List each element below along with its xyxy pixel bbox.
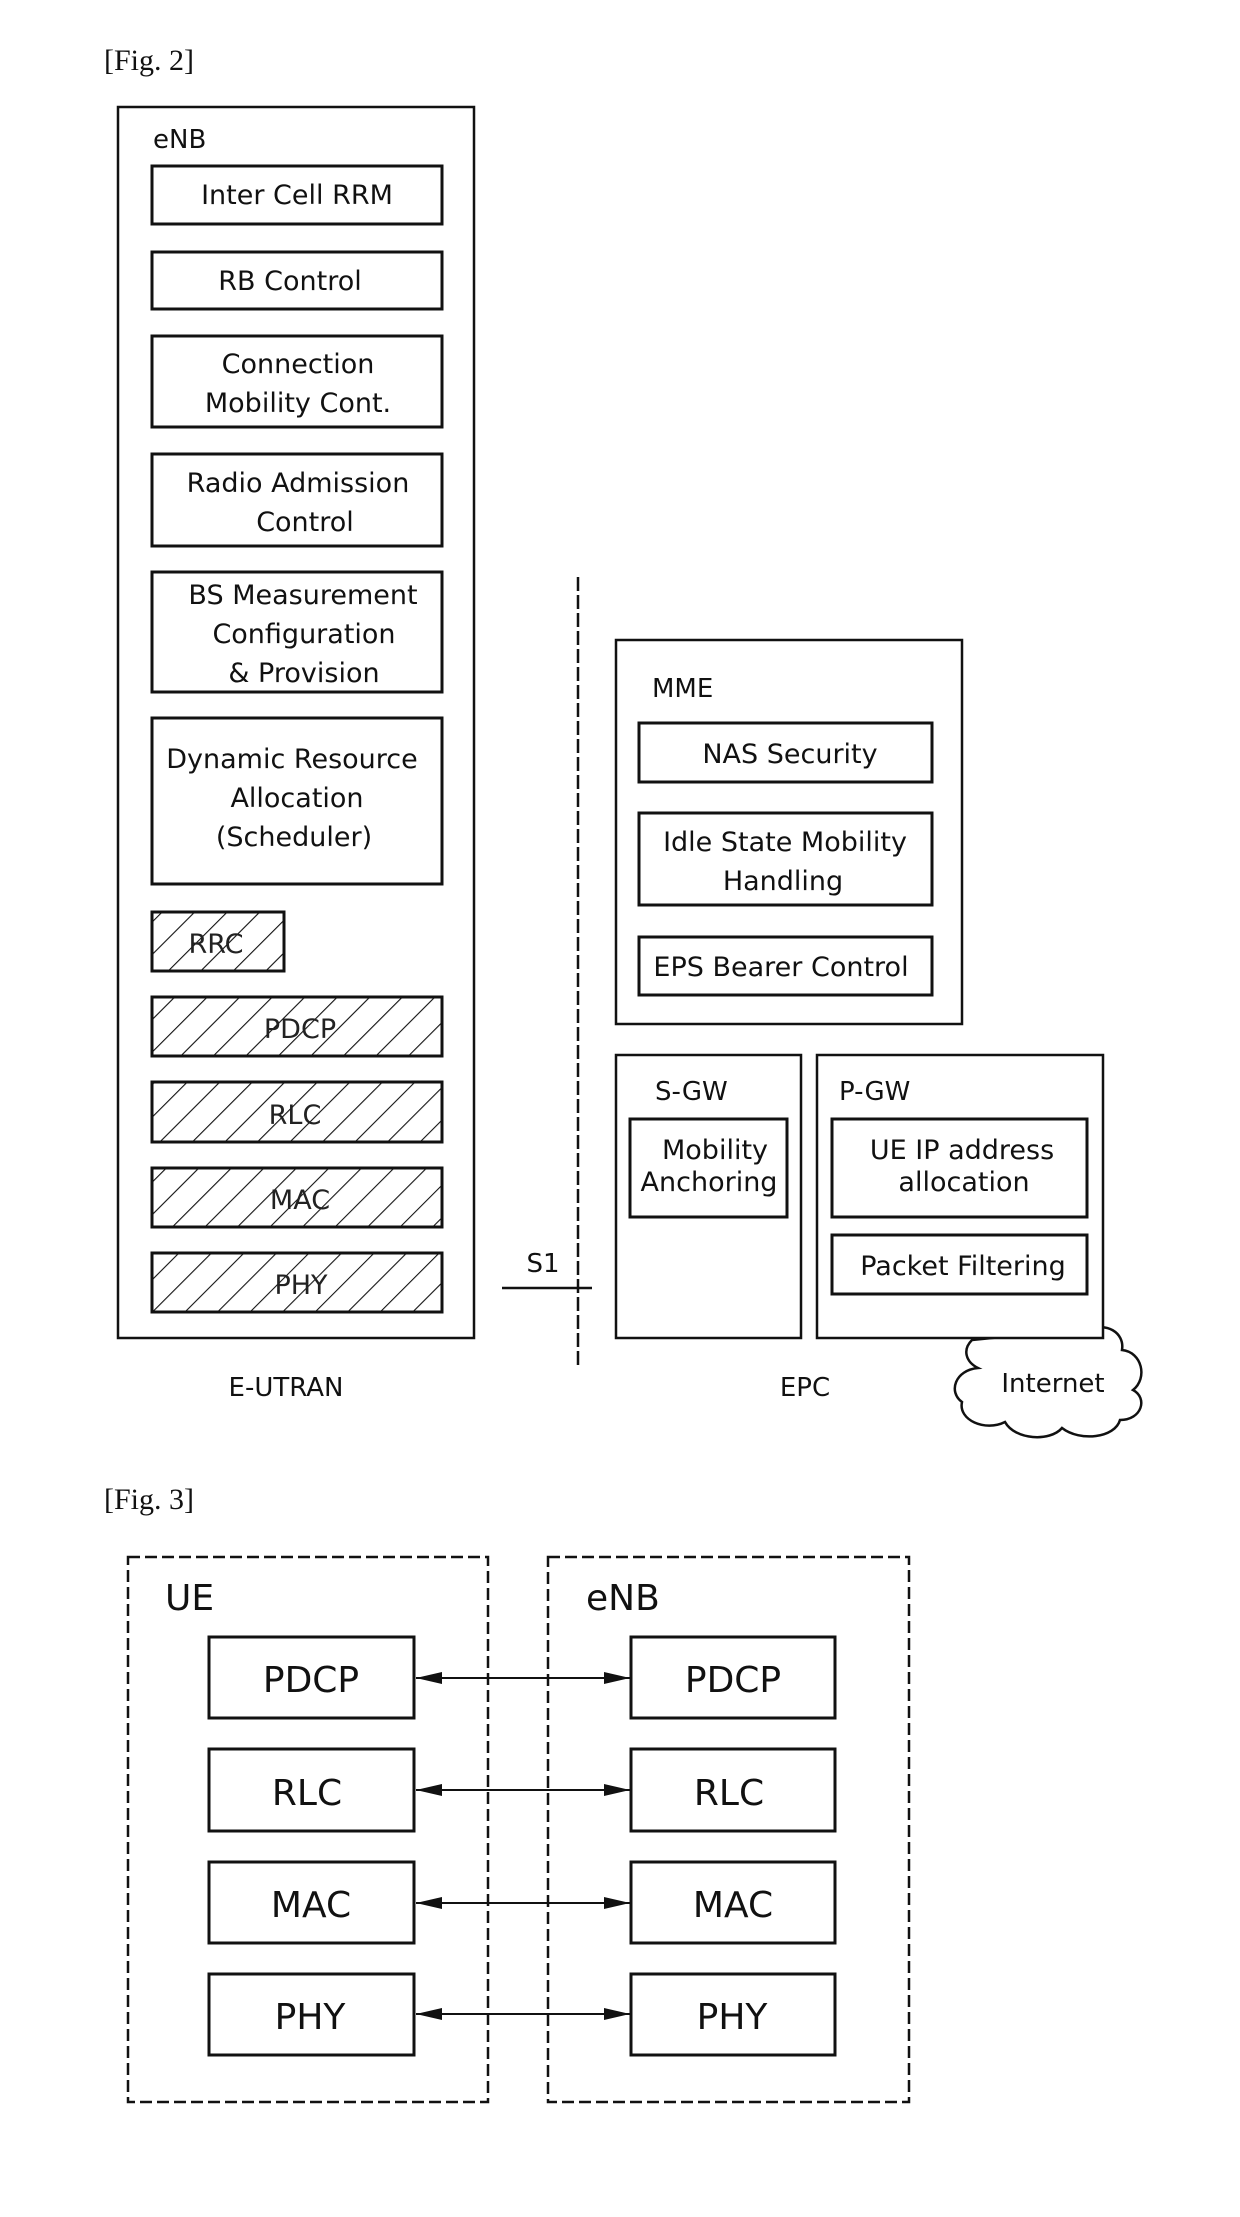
internet-label: Internet <box>1001 1369 1104 1399</box>
enb-peer-layer-pdcp: PDCP <box>629 1635 837 1720</box>
mme-function-nas-security: NAS Security <box>637 721 934 784</box>
sgw-node: S-GW Mobility Anchoring <box>614 1053 803 1340</box>
enb-function-dynamic-resource-allocation: Dynamic Resource Allocation (Scheduler) <box>150 716 444 886</box>
enb-function-connection-mobility: Connection Mobility Cont. <box>150 334 444 429</box>
eutran-label: E-UTRAN <box>229 1373 344 1403</box>
function-label: & Provision <box>228 658 379 689</box>
enb-layer-rrc: RRC <box>150 910 286 973</box>
function-label: Radio Admission <box>187 468 410 499</box>
enb-layer-mac: MAC <box>150 1166 444 1229</box>
function-label: UE IP address <box>870 1135 1054 1166</box>
internet-cloud: Internet <box>953 1322 1143 1439</box>
enb-node: eNB Inter Cell RRM RB Control Connection… <box>116 105 476 1340</box>
sgw-title: S-GW <box>655 1077 728 1107</box>
mme-function-eps-bearer-control: EPS Bearer Control <box>637 935 934 997</box>
function-label: Idle State Mobility <box>663 827 907 858</box>
pgw-function-packet-filtering: Packet Filtering <box>830 1233 1089 1296</box>
pgw-function-ue-ip-allocation: UE IP address allocation <box>830 1117 1089 1219</box>
enb-layer-rlc: RLC <box>150 1080 444 1144</box>
layer-label: RRC <box>188 929 243 960</box>
layer-label: RLC <box>694 1773 764 1814</box>
enb-function-bs-measurement: BS Measurement Configuration & Provision <box>150 570 444 694</box>
function-label: BS Measurement <box>188 580 417 611</box>
function-label: (Scheduler) <box>216 822 372 853</box>
function-label: NAS Security <box>702 739 877 770</box>
fig2-caption: [Fig. 2] <box>104 44 194 77</box>
enb-peer-node: eNB PDCP RLC MAC PHY <box>546 1555 911 2104</box>
function-label: RB Control <box>218 266 361 297</box>
layer-label: PDCP <box>263 1660 359 1701</box>
function-label: Mobility <box>662 1135 768 1166</box>
layer-label: MAC <box>693 1885 773 1926</box>
layer-label: PDCP <box>685 1660 781 1701</box>
epc-label: EPC <box>780 1373 830 1403</box>
function-label: Handling <box>723 866 843 897</box>
function-label: Mobility Cont. <box>205 388 391 419</box>
sgw-function-mobility-anchoring: Mobility Anchoring <box>628 1117 789 1219</box>
layer-label: MAC <box>270 1185 330 1216</box>
fig3: [Fig. 3] UE PDCP RLC MAC PHY eNB PDCP RL… <box>104 1483 911 2104</box>
enb-layer-phy: PHY <box>150 1251 444 1314</box>
ue-title: UE <box>165 1578 214 1619</box>
enb-peer-layer-mac: MAC <box>629 1860 837 1945</box>
mme-node: MME NAS Security Idle State Mobility Han… <box>614 638 964 1026</box>
layer-label: PHY <box>274 1270 328 1301</box>
layer-label: PDCP <box>264 1014 336 1045</box>
function-label: Connection <box>222 349 375 380</box>
function-label: Packet Filtering <box>860 1251 1066 1282</box>
ue-layer-rlc: RLC <box>207 1747 416 1833</box>
function-label: allocation <box>898 1167 1029 1198</box>
function-label: Inter Cell RRM <box>201 180 393 211</box>
mme-function-idle-state-mobility: Idle State Mobility Handling <box>637 811 934 907</box>
function-label: Configuration <box>212 619 395 650</box>
enb-title: eNB <box>153 125 206 155</box>
ue-layer-mac: MAC <box>207 1860 416 1945</box>
layer-label: PHY <box>275 1997 347 2038</box>
layer-label: PHY <box>697 1997 769 2038</box>
ue-layer-pdcp: PDCP <box>207 1635 416 1720</box>
ue-node: UE PDCP RLC MAC PHY <box>126 1555 490 2104</box>
pgw-node: P-GW UE IP address allocation Packet Fil… <box>815 1053 1105 1340</box>
ue-layer-phy: PHY <box>207 1972 416 2057</box>
enb-peer-layer-phy: PHY <box>629 1972 837 2057</box>
fig2: [Fig. 2] eNB Inter Cell RRM RB Control C… <box>104 44 1143 1439</box>
layer-label: MAC <box>271 1885 351 1926</box>
function-label: Control <box>256 507 354 538</box>
function-label: Dynamic Resource <box>166 744 417 775</box>
s1-label: S1 <box>526 1249 559 1279</box>
enb-function-radio-admission: Radio Admission Control <box>150 452 444 548</box>
function-label: Allocation <box>230 783 363 814</box>
enb-peer-title: eNB <box>586 1578 660 1619</box>
function-label: EPS Bearer Control <box>653 952 908 983</box>
layer-label: RLC <box>269 1100 322 1131</box>
layer-label: RLC <box>272 1773 342 1814</box>
pgw-title: P-GW <box>839 1077 910 1107</box>
fig3-caption: [Fig. 3] <box>104 1483 194 1516</box>
enb-peer-layer-rlc: RLC <box>629 1747 837 1833</box>
enb-function-rb-control: RB Control <box>150 250 444 311</box>
enb-layer-pdcp: PDCP <box>150 995 444 1058</box>
function-label: Anchoring <box>641 1167 778 1198</box>
figures-canvas: [Fig. 2] eNB Inter Cell RRM RB Control C… <box>104 44 1143 2104</box>
enb-function-inter-cell-rrm: Inter Cell RRM <box>150 164 444 226</box>
mme-title: MME <box>652 674 713 704</box>
